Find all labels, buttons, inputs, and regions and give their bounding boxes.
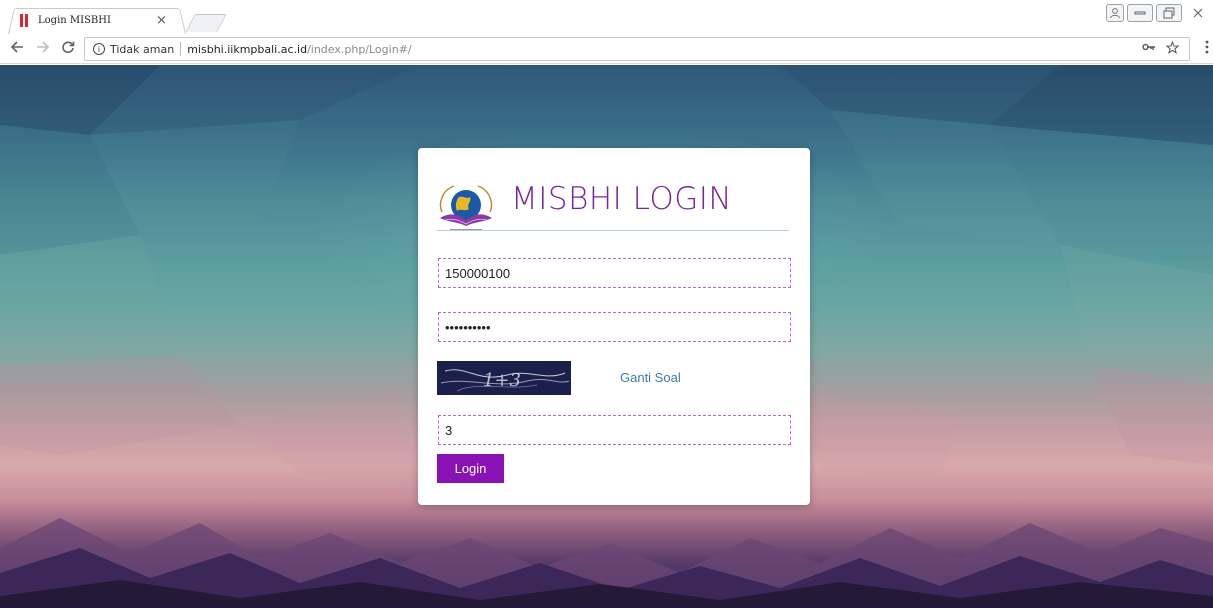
url-path: /index.php/Login#/ — [307, 42, 412, 56]
captcha-text: 1+3 — [483, 370, 521, 391]
address-bar[interactable]: i Tidak aman misbhi.iikmpbali.ac.id/inde… — [84, 37, 1190, 61]
address-separator — [180, 42, 182, 56]
login-button[interactable]: Login — [437, 454, 504, 483]
star-icon[interactable] — [1165, 40, 1180, 57]
profile-icon[interactable] — [1106, 4, 1124, 22]
security-label[interactable]: Tidak aman — [110, 43, 174, 56]
new-tab-button[interactable] — [185, 14, 227, 32]
menu-icon[interactable] — [1205, 40, 1209, 58]
key-icon[interactable] — [1142, 41, 1156, 57]
captcha-image: 1+3 — [437, 361, 571, 395]
info-icon[interactable]: i — [93, 43, 105, 55]
tab-close-icon[interactable]: × — [156, 13, 167, 28]
title-divider — [437, 230, 789, 231]
maximize-icon[interactable] — [1156, 4, 1182, 22]
tab-title: Login MISBHI — [38, 14, 111, 26]
change-captcha-link[interactable]: Ganti Soal — [620, 370, 681, 385]
favicon-icon — [20, 13, 29, 27]
url-host: misbhi.iikmpbali.ac.id — [187, 42, 308, 56]
reload-icon[interactable] — [61, 39, 75, 59]
login-card: MISBHI LOGIN 1+3 Ganti Soal Login — [418, 148, 810, 505]
close-icon[interactable] — [1186, 4, 1210, 22]
browser-tab-content[interactable]: Login MISBHI × — [20, 11, 180, 29]
password-input[interactable] — [438, 312, 791, 342]
forward-icon[interactable] — [36, 39, 50, 59]
login-title: MISBHI LOGIN — [511, 181, 733, 217]
misbhi-logo-icon — [436, 178, 496, 236]
browser-toolbar: i Tidak aman misbhi.iikmpbali.ac.id/inde… — [0, 34, 1213, 64]
username-input[interactable] — [438, 258, 791, 288]
captcha-answer-input[interactable] — [438, 415, 791, 445]
browser-titlebar: Login MISBHI × — [0, 0, 1213, 34]
minimize-icon[interactable] — [1127, 4, 1153, 22]
back-icon[interactable] — [10, 39, 24, 59]
